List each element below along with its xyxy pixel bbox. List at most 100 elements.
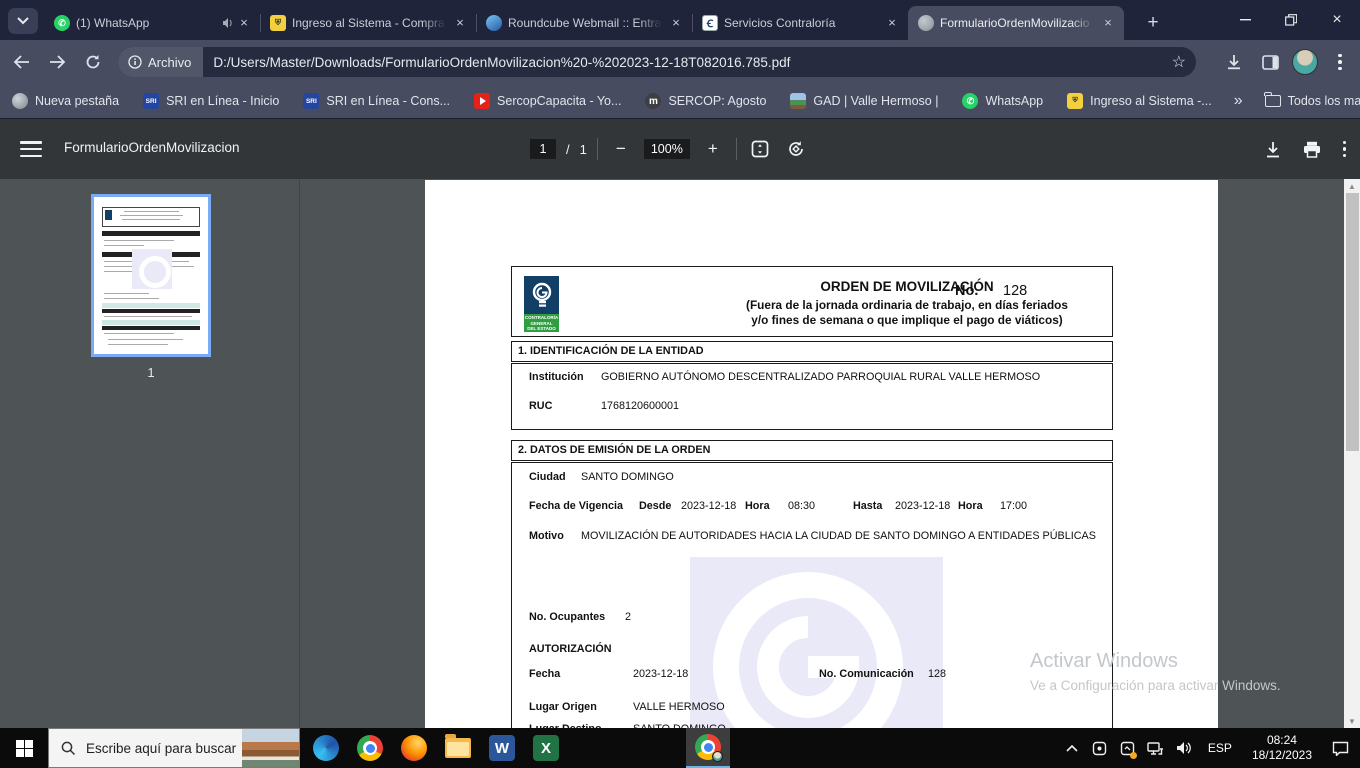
taskbar-excel-button[interactable]: X: [524, 728, 568, 768]
globe-icon: [12, 93, 28, 109]
sri-icon: SRI: [143, 93, 160, 109]
taskbar-word-button[interactable]: W: [480, 728, 524, 768]
taskbar-explorer-button[interactable]: [436, 728, 480, 768]
landscape-icon: [790, 93, 807, 109]
tab-title: FormularioOrdenMovilizacio: [940, 16, 1090, 30]
taskbar-chrome-button[interactable]: [348, 728, 392, 768]
vertical-scrollbar[interactable]: ▲ ▼: [1344, 179, 1360, 728]
downloads-icon[interactable]: [1220, 48, 1248, 76]
search-highlight-image[interactable]: [242, 729, 299, 767]
all-bookmarks-button[interactable]: Todos los marcadores: [1253, 92, 1360, 108]
reload-button[interactable]: [78, 47, 108, 77]
taskbar-firefox-button[interactable]: [392, 728, 436, 768]
bookmark-sri-inicio[interactable]: SRI SRI en Línea - Inicio: [131, 93, 291, 109]
bookmark-star-icon[interactable]: ☆: [1172, 52, 1186, 72]
page-number-input[interactable]: 1: [530, 139, 556, 159]
tray-expand-chevron[interactable]: [1060, 728, 1084, 768]
fit-page-icon[interactable]: [747, 136, 773, 162]
bookmark-sercopcapacita[interactable]: SercopCapacita - Yo...: [462, 93, 633, 109]
autorizacion-label: AUTORIZACIÓN: [529, 643, 612, 655]
pdf-print-icon[interactable]: [1303, 141, 1321, 158]
pdf-toolbar-actions: [1265, 119, 1346, 179]
bookmark-sri-consultas[interactable]: SRI SRI en Línea - Cons...: [291, 93, 462, 109]
tray-app-icon[interactable]: [1088, 728, 1112, 768]
tab-servicios-contraloria[interactable]: Ꞓ Servicios Contraloría ×: [692, 6, 908, 40]
network-icon[interactable]: [1144, 728, 1168, 768]
pdf-more-icon[interactable]: [1342, 140, 1346, 158]
origen-value: VALLE HERMOSO: [633, 701, 725, 713]
side-panel-icon[interactable]: [1256, 48, 1284, 76]
contraloria-icon: Ꞓ: [702, 15, 718, 31]
scrollbar-thumb[interactable]: [1345, 193, 1359, 451]
scroll-down-arrow[interactable]: ▼: [1344, 714, 1360, 728]
bookmark-label: Ingreso al Sistema -...: [1090, 94, 1212, 108]
new-tab-button[interactable]: +: [1140, 10, 1166, 36]
address-bar[interactable]: Archivo D:/Users/Master/Downloads/Formul…: [118, 47, 1196, 77]
m-icon: m: [645, 93, 662, 109]
tab-roundcube[interactable]: Roundcube Webmail :: Entra ×: [476, 6, 692, 40]
tab-search-button[interactable]: [8, 8, 38, 34]
page-thumbnail[interactable]: [91, 194, 211, 357]
bookmark-ingreso-sistema[interactable]: ⛨ Ingreso al Sistema -...: [1055, 93, 1224, 109]
tab-audio-icon[interactable]: [222, 17, 234, 29]
section1-title: 1. IDENTIFICACIÓN DE LA ENTIDAD: [518, 345, 704, 357]
hasta-value: 2023-12-18: [895, 500, 951, 512]
taskbar-search-input[interactable]: Escribe aquí para buscar: [48, 728, 300, 768]
tray-sync-alert-icon[interactable]: [1116, 728, 1140, 768]
language-indicator[interactable]: ESP: [1200, 741, 1240, 755]
cge-logo-text: CONTRALORÍA GENERAL DEL ESTADO: [524, 314, 559, 332]
tab-title: Ingreso al Sistema - Compra: [292, 16, 445, 30]
pdf-download-icon[interactable]: [1265, 141, 1281, 158]
scroll-up-arrow[interactable]: ▲: [1344, 179, 1360, 193]
tab-close-button[interactable]: ×: [668, 15, 684, 31]
forward-button[interactable]: [42, 47, 72, 77]
desktop: ✆ (1) WhatsApp × ⛨ Ingreso al Sistema - …: [0, 0, 1360, 768]
tab-formulario-pdf-active[interactable]: FormularioOrdenMovilizacio ×: [908, 6, 1124, 40]
tab-close-button[interactable]: ×: [1100, 15, 1116, 31]
taskbar-chrome-active-button[interactable]: [686, 728, 730, 768]
pdf-menu-icon[interactable]: [20, 141, 42, 157]
notification-center-button[interactable]: [1320, 728, 1360, 768]
cge-logo: CONTRALORÍA GENERAL DEL ESTADO: [524, 276, 559, 332]
minimize-button[interactable]: [1222, 0, 1268, 40]
info-icon: [128, 55, 142, 69]
url-text[interactable]: D:/Users/Master/Downloads/FormularioOrde…: [213, 55, 1171, 70]
bookmark-label: Todos los marcadores: [1287, 94, 1360, 108]
browser-toolbar: Archivo D:/Users/Master/Downloads/Formul…: [0, 40, 1360, 84]
start-button[interactable]: [0, 728, 48, 768]
zoom-level-input[interactable]: 100%: [643, 139, 690, 159]
taskbar-edge-button[interactable]: [304, 728, 348, 768]
back-button[interactable]: [6, 47, 36, 77]
bookmark-sercop-agosto[interactable]: m SERCOP: Agosto: [633, 93, 778, 109]
file-scheme-chip[interactable]: Archivo: [118, 47, 204, 77]
zoom-in-button[interactable]: +: [700, 136, 726, 162]
rotate-icon[interactable]: [783, 136, 809, 162]
whatsapp-icon: ✆: [54, 15, 70, 31]
desde-label: Desde: [639, 500, 672, 512]
tab-ingreso-sistema[interactable]: ⛨ Ingreso al Sistema - Compra ×: [260, 6, 476, 40]
bookmarks-overflow-button[interactable]: »: [1224, 92, 1253, 110]
pdf-document-title: FormularioOrdenMovilizacion: [64, 140, 240, 155]
pdf-page: CONTRALORÍA GENERAL DEL ESTADO ORDEN DE MO…: [425, 180, 1218, 728]
restore-button[interactable]: [1268, 0, 1314, 40]
window-controls: ×: [1222, 0, 1360, 40]
profile-avatar[interactable]: [1292, 49, 1318, 75]
volume-icon[interactable]: [1172, 728, 1196, 768]
tab-whatsapp[interactable]: ✆ (1) WhatsApp ×: [44, 6, 260, 40]
bookmark-whatsapp[interactable]: ✆ WhatsApp: [950, 93, 1055, 109]
tab-close-button[interactable]: ×: [236, 15, 252, 31]
zoom-out-button[interactable]: −: [608, 136, 634, 162]
bookmark-gad-valle-hermoso[interactable]: GAD | Valle Hermoso |: [778, 93, 950, 109]
taskbar-clock[interactable]: 08:24 18/12/2023: [1244, 733, 1320, 763]
tab-title: Roundcube Webmail :: Entra: [508, 16, 662, 30]
comunicacion-label: No. Comunicación: [819, 668, 914, 680]
page-total: 1: [579, 141, 587, 157]
bookmark-nueva-pestana[interactable]: Nueva pestaña: [0, 93, 131, 109]
origen-label: Lugar Origen: [529, 701, 597, 713]
tab-close-button[interactable]: ×: [452, 15, 468, 31]
browser-menu-icon[interactable]: [1326, 48, 1354, 76]
ecuador-coat-icon: ⛨: [270, 15, 286, 31]
tab-close-button[interactable]: ×: [884, 15, 900, 31]
institucion-label: Institución: [529, 371, 584, 383]
close-button[interactable]: ×: [1314, 0, 1360, 40]
